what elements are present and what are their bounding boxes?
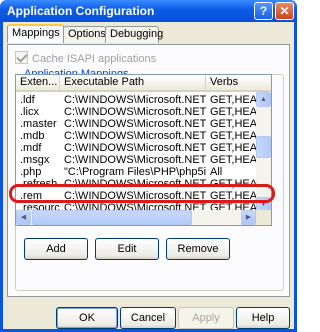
- cell-extension: .msgx: [20, 154, 50, 166]
- cell-extension: .refresh: [20, 178, 58, 190]
- edit-button-label: Edit: [117, 243, 137, 255]
- cell-verbs: GET,HEA...: [210, 190, 256, 202]
- scroll-left-icon[interactable]: ◀: [16, 210, 31, 225]
- cell-verbs: GET,HEA...: [210, 106, 256, 118]
- cell-executable-path: C:\WINDOWS\Microsoft.NET\Frame...: [64, 190, 206, 202]
- column-header-verbs[interactable]: Verbs: [206, 75, 271, 90]
- ok-button-label: OK: [79, 312, 95, 324]
- help-button-label: Help: [251, 312, 275, 324]
- list-item[interactable]: .licx C:\WINDOWS\Microsoft.NET\Frame... GE…: [16, 106, 256, 118]
- help-icon[interactable]: ?: [254, 2, 273, 20]
- cell-extension: .ldf: [20, 94, 35, 106]
- cancel-button-label: Cancel: [130, 312, 166, 324]
- cell-extension: .mdb: [20, 130, 45, 142]
- add-button[interactable]: Add: [24, 238, 88, 260]
- edit-button[interactable]: Edit: [95, 238, 159, 260]
- cancel-button[interactable]: Cancel: [120, 307, 176, 329]
- horizontal-scroll-thumb[interactable]: [32, 210, 192, 225]
- scroll-right-icon[interactable]: ▶: [241, 210, 256, 225]
- horizontal-scrollbar[interactable]: ◀ ▶: [16, 210, 256, 225]
- list-item[interactable]: .msgx C:\WINDOWS\Microsoft.NET\Frame... GE…: [16, 154, 256, 166]
- cell-executable-path: C:\WINDOWS\Microsoft.NET\Frame...: [64, 142, 206, 154]
- dialog-client-area: Mappings Options Debugging Cache ISAPI a…: [3, 22, 294, 329]
- tab-options[interactable]: Options: [63, 26, 106, 43]
- vertical-scroll-thumb[interactable]: [256, 136, 271, 158]
- remove-button-label: Remove: [177, 243, 219, 255]
- list-item[interactable]: .master C:\WINDOWS\Microsoft.NET\Frame...…: [16, 118, 256, 130]
- scroll-up-icon[interactable]: ▲: [256, 92, 271, 107]
- cell-executable-path: C:\WINDOWS\Microsoft.NET\Frame...: [64, 118, 206, 130]
- checkbox-check-icon: [15, 51, 28, 64]
- help-button[interactable]: Help: [236, 307, 290, 329]
- list-item[interactable]: .rem C:\WINDOWS\Microsoft.NET\Frame... GET…: [16, 190, 256, 202]
- vertical-scrollbar[interactable]: ▲ ▼: [256, 92, 271, 212]
- cell-executable-path: C:\WINDOWS\Microsoft.NET\Frame...: [64, 178, 206, 190]
- tab-mappings-label: Mappings: [12, 27, 60, 39]
- list-item[interactable]: .refresh C:\WINDOWS\Microsoft.NET\Frame..…: [16, 178, 256, 190]
- cell-verbs: GET,HEA...: [210, 94, 256, 106]
- cell-executable-path: C:\WINDOWS\Microsoft.NET\Frame...: [64, 130, 206, 142]
- tab-mappings[interactable]: Mappings: [7, 24, 64, 43]
- list-item[interactable]: .php "C:\Program Files\PHP\php5isapi.dll"…: [16, 166, 256, 178]
- column-header-extension[interactable]: Exten...: [16, 75, 60, 90]
- scrollbar-corner: [256, 210, 271, 225]
- cell-executable-path: C:\WINDOWS\Microsoft.NET\Frame...: [64, 94, 206, 106]
- add-button-label: Add: [46, 243, 66, 255]
- list-item[interactable]: .ldf C:\WINDOWS\Microsoft.NET\Frame... GET…: [16, 94, 256, 106]
- apply-button[interactable]: Apply: [178, 307, 234, 329]
- remove-button[interactable]: Remove: [166, 238, 230, 260]
- tab-debugging-label: Debugging: [110, 28, 164, 40]
- ok-button[interactable]: OK: [56, 307, 118, 329]
- title-bar[interactable]: Application Configuration ? ✕: [0, 0, 297, 22]
- apply-button-label: Apply: [192, 312, 220, 324]
- cell-extension: .rem: [20, 190, 42, 202]
- cell-verbs: GET,HEA...: [210, 178, 256, 190]
- close-icon[interactable]: ✕: [275, 2, 294, 20]
- cell-verbs: GET,HEA...: [210, 130, 256, 142]
- cell-extension: .master: [20, 118, 57, 130]
- tab-options-label: Options: [68, 28, 106, 40]
- cell-extension: .licx: [20, 106, 39, 118]
- list-rows: .ldf C:\WINDOWS\Microsoft.NET\Frame... GET…: [16, 92, 256, 214]
- cell-executable-path: "C:\Program Files\PHP\php5isapi.dll": [64, 166, 206, 178]
- mappings-list[interactable]: Exten... Executable Path Verbs .ldf C:\WI…: [15, 74, 272, 226]
- cell-verbs: GET,HEA...: [210, 118, 256, 130]
- cache-isapi-label: Cache ISAPI applications: [32, 53, 157, 65]
- application-configuration-window: Application Configuration ? ✕ Mappings O…: [0, 0, 297, 332]
- cell-extension: .mdf: [20, 142, 42, 154]
- tab-debugging[interactable]: Debugging: [105, 26, 163, 43]
- cache-isapi-checkbox[interactable]: Cache ISAPI applications: [15, 51, 156, 65]
- cell-executable-path: C:\WINDOWS\Microsoft.NET\Frame...: [64, 154, 206, 166]
- window-title: Application Configuration: [7, 4, 155, 18]
- list-item[interactable]: .mdb C:\WINDOWS\Microsoft.NET\Frame... GET…: [16, 130, 256, 142]
- cell-verbs: All: [210, 166, 223, 178]
- list-header: Exten... Executable Path Verbs: [16, 75, 271, 92]
- cell-verbs: GET,HEA...: [210, 154, 256, 166]
- cell-extension: .php: [20, 166, 42, 178]
- cell-executable-path: C:\WINDOWS\Microsoft.NET\Frame...: [64, 106, 206, 118]
- column-header-executable-path[interactable]: Executable Path: [60, 75, 206, 90]
- list-item[interactable]: .mdf C:\WINDOWS\Microsoft.NET\Frame... GET…: [16, 142, 256, 154]
- cell-verbs: GET,HEA...: [210, 142, 256, 154]
